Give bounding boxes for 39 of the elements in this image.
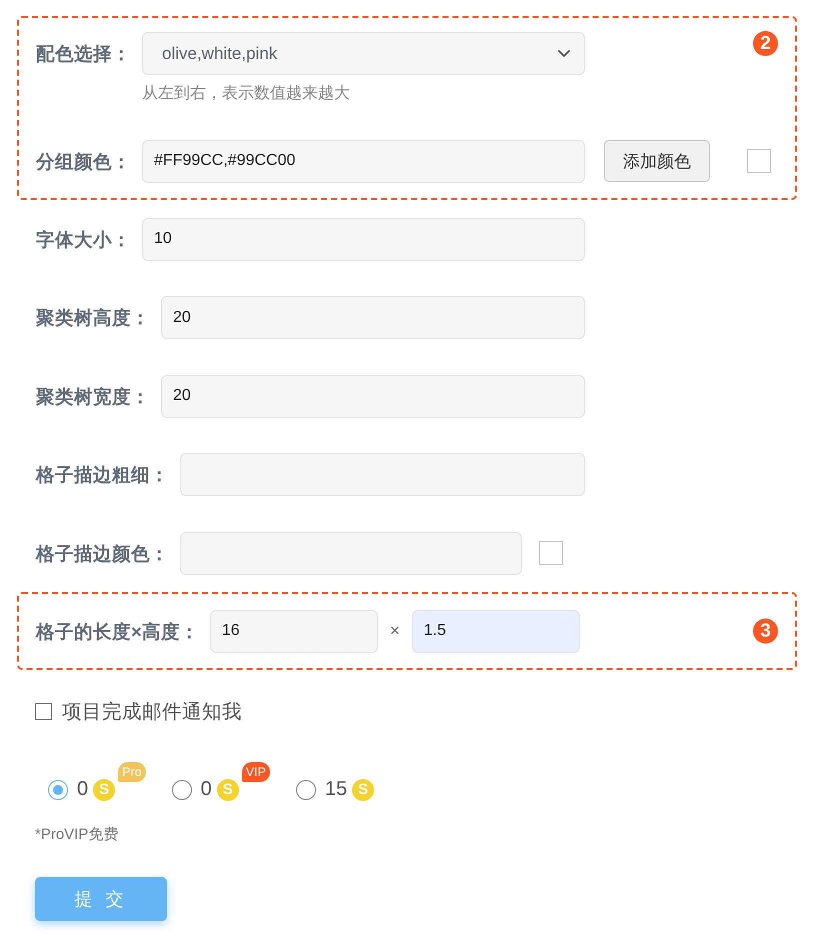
field-label: 字体大小： [36,228,131,252]
coin-badge: S [216,778,239,800]
text-input[interactable] [180,453,585,496]
text-input[interactable]: 20 [161,374,585,418]
times-sign: × [390,621,400,641]
note-text: *ProVIP免费 [35,826,120,844]
plan-tag: Pro [118,762,146,782]
checkbox[interactable] [35,703,52,720]
price-text: 0 [200,778,212,801]
text-input[interactable]: 1.5 [412,610,580,652]
plan-tag: VIP [242,762,270,782]
radio-button[interactable] [172,780,192,800]
price-text: 15 [324,778,348,801]
text-input[interactable]: 16 [210,610,378,652]
checkbox-label[interactable]: 项目完成邮件通知我 [62,698,242,725]
text-input[interactable]: #FF99CC,#99CC00 [142,140,585,182]
hint-text: 从左到右，表示数值越来越大 [142,84,351,104]
radio-button[interactable] [296,780,316,800]
step-number-badge: 3 [753,618,778,643]
add-color-button[interactable]: 添加颜色 [604,140,710,182]
field-label: 聚类树高度： [36,306,150,330]
field-label: 格子描边颜色： [36,542,169,566]
chevron-down-icon [558,50,570,58]
price-text: 0 [77,778,88,801]
field-label: 聚类树宽度： [36,384,150,408]
field-label: 分组颜色： [36,150,131,174]
radio-button[interactable] [48,780,68,800]
text-input[interactable]: 20 [161,296,585,339]
step-number-badge: 2 [753,31,778,56]
coin-badge: S [93,778,116,800]
text-input[interactable]: 10 [142,218,585,260]
text-input[interactable] [180,532,522,574]
coin-badge: S [352,778,374,800]
color-picker[interactable] [539,541,563,565]
field-label: 格子描边粗细： [36,463,169,487]
field-label: 格子的长度×高度： [36,620,199,644]
select-field[interactable]: olive,white,pink [142,32,585,75]
color-picker[interactable] [747,149,771,173]
field-label: 配色选择： [36,42,131,66]
